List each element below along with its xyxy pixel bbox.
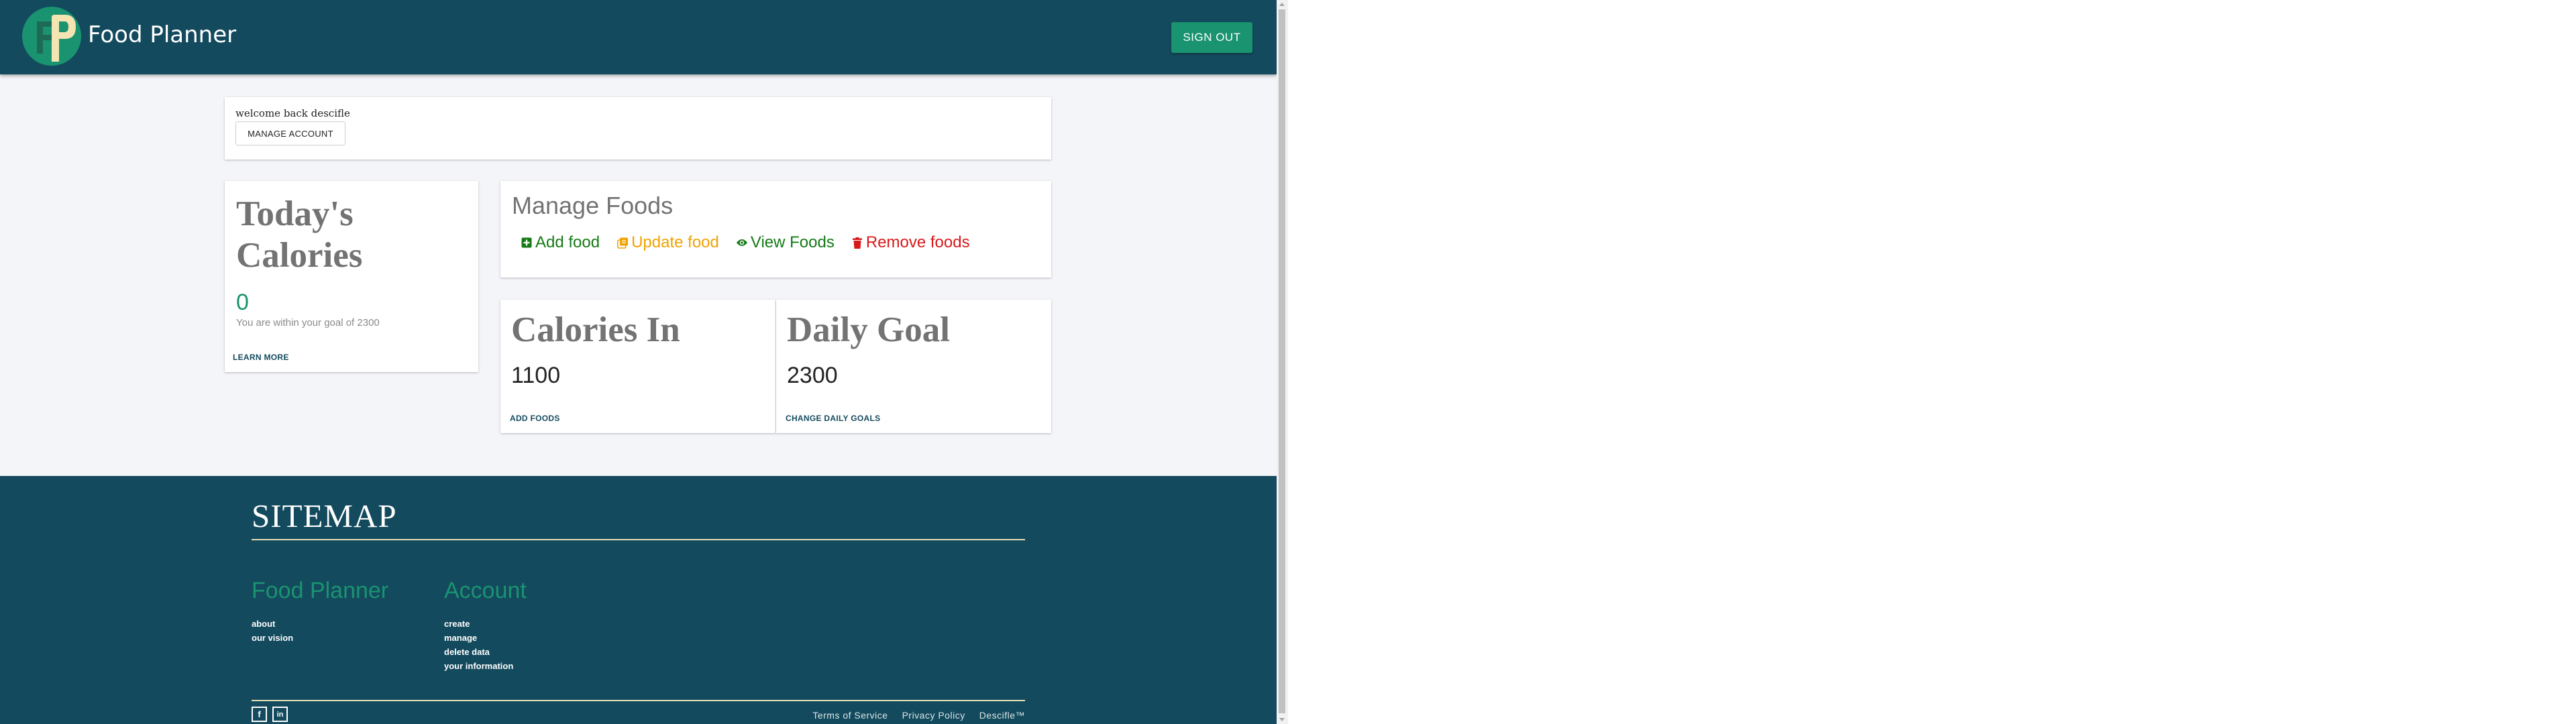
top-app-bar: Food Planner SIGN OUT: [0, 0, 1277, 74]
daily-goal-card: Daily Goal 2300 CHANGE DAILY GOALS: [776, 300, 1051, 433]
plus-square-icon: [521, 237, 533, 249]
manage-foods-title: Manage Foods: [512, 192, 674, 219]
update-food-label: Update food: [631, 233, 719, 251]
manage-foods-card: Manage Foods Add food Update food View F…: [500, 181, 1051, 278]
footer-link-create[interactable]: create: [444, 617, 513, 631]
footer-bottom-divider: [252, 700, 1025, 701]
todays-calories-card: Today's Calories 0 You are within your g…: [225, 181, 478, 372]
daily-goal-title: Daily Goal: [787, 310, 950, 349]
learn-more-link[interactable]: LEARN MORE: [233, 353, 289, 362]
sign-out-button[interactable]: SIGN OUT: [1171, 22, 1252, 53]
facebook-icon[interactable]: f: [252, 707, 267, 722]
add-food-label: Add food: [535, 233, 600, 251]
scroll-down-arrow-icon[interactable]: [1279, 718, 1285, 721]
privacy-policy-link[interactable]: Privacy Policy: [902, 710, 965, 721]
view-foods-label: View Foods: [750, 233, 835, 251]
remove-foods-label: Remove foods: [865, 233, 970, 251]
update-food-link[interactable]: Update food: [616, 233, 719, 252]
footer-divider: [252, 539, 1025, 540]
add-foods-link[interactable]: ADD FOODS: [510, 414, 560, 423]
sitemap-title: SITEMAP: [252, 497, 397, 534]
footer-link-your-information[interactable]: your information: [444, 659, 513, 673]
change-daily-goals-link[interactable]: CHANGE DAILY GOALS: [786, 414, 880, 423]
footer-link-about[interactable]: about: [252, 617, 293, 631]
remove-foods-link[interactable]: Remove foods: [851, 233, 970, 252]
footer: SITEMAP Food Planner about our vision Ac…: [0, 476, 1277, 724]
footer-link-delete-data[interactable]: delete data: [444, 645, 513, 659]
calories-in-title: Calories In: [511, 310, 680, 349]
eye-icon: [736, 237, 748, 249]
brand-title[interactable]: Food Planner: [88, 21, 236, 48]
scroll-up-arrow-icon[interactable]: [1279, 3, 1285, 6]
footer-heading-food-planner: Food Planner: [252, 578, 389, 603]
calories-in-value: 1100: [511, 363, 561, 388]
footer-link-our-vision[interactable]: our vision: [252, 631, 293, 645]
footer-heading-account: Account: [444, 578, 527, 603]
app-window: Food Planner SIGN OUT welcome back desci…: [0, 0, 1277, 724]
food-planner-logo[interactable]: [22, 7, 81, 66]
welcome-card: welcome back descifle MANAGE ACCOUNT: [225, 97, 1051, 160]
daily-goal-value: 2300: [787, 363, 838, 388]
terms-of-service-link[interactable]: Terms of Service: [812, 710, 888, 721]
todays-calories-title: Today's Calories: [236, 194, 363, 275]
scrollbar-thumb[interactable]: [1279, 9, 1285, 713]
footer-legal-links: Terms of Service Privacy Policy Descifle…: [812, 710, 1025, 721]
footer-link-manage[interactable]: manage: [444, 631, 513, 645]
welcome-message: welcome back descifle: [235, 107, 350, 119]
trash-icon: [851, 237, 863, 249]
footer-links-account: create manage delete data your informati…: [444, 617, 513, 673]
add-food-link[interactable]: Add food: [521, 233, 600, 252]
view-foods-link[interactable]: View Foods: [736, 233, 835, 252]
vertical-scrollbar[interactable]: [1277, 0, 1288, 724]
descifle-link[interactable]: Descifle™: [979, 710, 1025, 721]
copy-icon: [616, 237, 629, 249]
calories-in-card: Calories In 1100 ADD FOODS: [500, 300, 775, 433]
todays-calories-value: 0: [236, 290, 249, 315]
manage-account-button[interactable]: MANAGE ACCOUNT: [235, 121, 345, 145]
goal-note: You are within your goal of 2300: [236, 317, 380, 328]
manage-foods-actions: Add food Update food View Foods Remove f…: [521, 233, 970, 252]
linkedin-icon[interactable]: in: [272, 707, 288, 722]
footer-links-food-planner: about our vision: [252, 617, 293, 645]
